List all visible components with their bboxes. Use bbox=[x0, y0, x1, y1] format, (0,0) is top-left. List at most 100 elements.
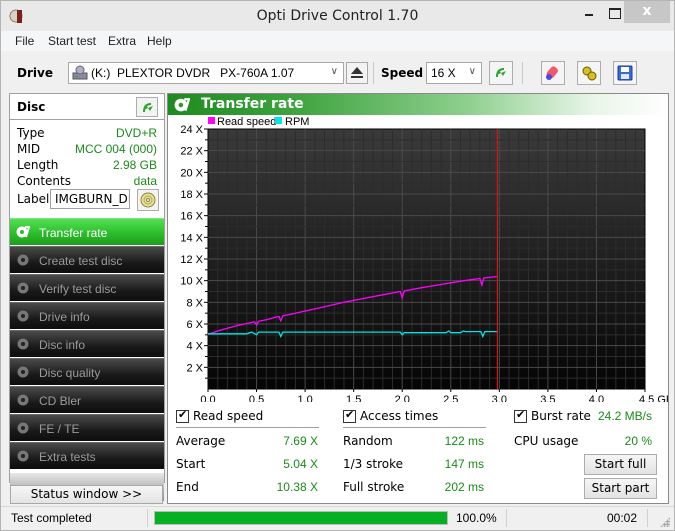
info-value: 2.98 GB bbox=[112, 158, 157, 172]
refresh-speed-button[interactable] bbox=[489, 61, 513, 85]
x-tick-label: 0.5 bbox=[249, 394, 264, 402]
stat-key: Start bbox=[176, 457, 206, 471]
stats-area: Read speed Average 7.69 X Start 5.04 X E… bbox=[168, 403, 668, 503]
y-tick-label: 10 X bbox=[180, 276, 203, 288]
stat-key: Full stroke bbox=[343, 480, 405, 494]
x-tick-label: 2.5 bbox=[443, 394, 458, 402]
menu-extra[interactable]: Extra bbox=[108, 34, 136, 48]
nav-label: CD Bler bbox=[39, 394, 82, 408]
x-tick-label: 3.0 bbox=[492, 394, 507, 402]
verify-disc-icon bbox=[17, 282, 29, 294]
read-speed-checkbox[interactable] bbox=[176, 408, 189, 423]
chevron-down-icon: ∨ bbox=[468, 66, 476, 77]
menu-start-test[interactable]: Start test bbox=[48, 34, 96, 48]
y-tick-label: 2 X bbox=[186, 362, 203, 374]
x-axis: 0.0 0.5 1.0 1.5 2.0 2.5 3.0 3.5 4.0 4.5 GB bbox=[200, 389, 668, 402]
transfer-rate-chart: Read speed RPM 2 X 4 X 6 X 8 X 10 X 12 X 14 X 1… bbox=[168, 115, 668, 402]
close-button[interactable]: x bbox=[624, 1, 670, 23]
speed-select[interactable]: 16 X ∨ bbox=[426, 62, 482, 84]
disc-icon bbox=[140, 192, 156, 208]
erase-button[interactable] bbox=[541, 61, 565, 85]
divider bbox=[176, 427, 319, 428]
x-tick-label: 0.0 bbox=[200, 394, 215, 402]
y-tick-label: 8 X bbox=[186, 297, 203, 309]
divider bbox=[343, 427, 486, 428]
y-tick-label: 20 X bbox=[180, 167, 203, 179]
y-tick-label: 18 X bbox=[180, 189, 203, 201]
nav-disc-quality[interactable]: Disc quality bbox=[10, 358, 164, 385]
y-tick-label: 16 X bbox=[180, 211, 203, 223]
app-window: Opti Drive Control 1.70 x File Start tes… bbox=[0, 0, 675, 531]
refresh-icon bbox=[143, 103, 153, 113]
nav-transfer-rate[interactable]: Transfer rate bbox=[10, 218, 164, 245]
status-bar: Test completed 100.0% 00:02 bbox=[1, 506, 674, 530]
transfer-rate-icon bbox=[16, 226, 30, 238]
nav-label: Create test disc bbox=[39, 254, 123, 268]
drive-select[interactable]: (K:) PLEXTOR DVDR PX-760A 1.07 ∨ bbox=[68, 62, 344, 84]
info-key: MID bbox=[17, 142, 41, 156]
refresh-icon bbox=[496, 68, 506, 78]
info-value: data bbox=[133, 174, 157, 188]
stat-value: 10.38 X bbox=[276, 480, 318, 494]
disc-label-input[interactable]: IMGBURN_DIS bbox=[50, 189, 130, 209]
nav-extra-tests[interactable]: Extra tests bbox=[10, 442, 164, 469]
cpu-usage-label: CPU usage bbox=[514, 434, 579, 448]
info-key: Contents bbox=[17, 174, 71, 188]
disc-title: Disc bbox=[17, 100, 46, 114]
x-tick-label: 3.5 bbox=[540, 394, 555, 402]
chevron-down-icon: ∨ bbox=[330, 66, 338, 77]
menu-file[interactable]: File bbox=[15, 34, 34, 48]
x-tick-label: 1.5 bbox=[346, 394, 361, 402]
status-separator bbox=[147, 509, 148, 527]
start-part-button[interactable]: Start part bbox=[584, 478, 657, 499]
access-times-label: Access times bbox=[360, 409, 439, 423]
eject-button[interactable] bbox=[346, 62, 368, 84]
extra-tests-icon bbox=[17, 450, 29, 462]
status-window-button[interactable]: Status window >> bbox=[10, 485, 163, 504]
stat-value: 5.04 X bbox=[283, 457, 318, 471]
burst-rate-checkbox[interactable] bbox=[514, 408, 527, 423]
refresh-disc-button[interactable] bbox=[136, 97, 158, 117]
nav-fe-te[interactable]: FE / TE bbox=[10, 414, 164, 441]
y-axis: 2 X 4 X 6 X 8 X 10 X 12 X 14 X 16 X 18 X 20 X 22 X… bbox=[180, 124, 208, 379]
disc-quality-icon bbox=[17, 366, 29, 378]
info-key: Length bbox=[17, 158, 59, 172]
disc-info-row: Type DVD+R bbox=[17, 126, 157, 141]
nav-cd-bler[interactable]: CD Bler bbox=[10, 386, 164, 413]
nav-drive-info[interactable]: Drive info bbox=[10, 302, 164, 329]
window-title: Opti Drive Control 1.70 bbox=[256, 8, 419, 24]
speed-value: 16 X bbox=[431, 66, 456, 80]
progress-bar bbox=[154, 511, 448, 525]
menu-help[interactable]: Help bbox=[147, 34, 172, 48]
disc-info-row: Length 2.98 GB bbox=[17, 158, 157, 173]
resize-grip[interactable] bbox=[660, 517, 670, 527]
settings-icon bbox=[582, 66, 597, 81]
toolbar-separator bbox=[522, 62, 523, 84]
stat-value: 7.69 X bbox=[283, 434, 318, 448]
label-key: Label bbox=[17, 192, 50, 206]
settings-button[interactable] bbox=[577, 61, 601, 85]
status-text: Test completed bbox=[11, 511, 92, 525]
chart-legend: Read speed RPM bbox=[208, 116, 309, 128]
drive-info-icon bbox=[17, 310, 29, 322]
speed-label: Speed bbox=[381, 66, 424, 80]
legend-label-rpm: RPM bbox=[285, 116, 309, 128]
y-tick-label: 4 X bbox=[186, 341, 203, 353]
y-tick-label: 22 X bbox=[180, 146, 203, 158]
nav-create-test-disc[interactable]: Create test disc bbox=[10, 246, 164, 273]
stat-value: 202 ms bbox=[444, 480, 484, 494]
transfer-rate-icon bbox=[174, 98, 190, 112]
legend-swatch-read-speed bbox=[208, 117, 215, 124]
save-button[interactable] bbox=[613, 61, 637, 85]
info-value: MCC 004 (000) bbox=[74, 142, 157, 156]
nav-disc-info[interactable]: Disc info bbox=[10, 330, 164, 357]
access-times-checkbox[interactable] bbox=[343, 408, 356, 423]
disc-label-button[interactable] bbox=[137, 189, 159, 211]
legend-swatch-rpm bbox=[275, 117, 282, 124]
cpu-usage-value: 20 % bbox=[624, 434, 652, 448]
start-full-button[interactable]: Start full bbox=[584, 454, 657, 475]
stat-key: End bbox=[176, 480, 199, 494]
cd-bler-icon bbox=[17, 394, 29, 406]
status-separator bbox=[647, 509, 648, 527]
nav-verify-test-disc[interactable]: Verify test disc bbox=[10, 274, 164, 301]
